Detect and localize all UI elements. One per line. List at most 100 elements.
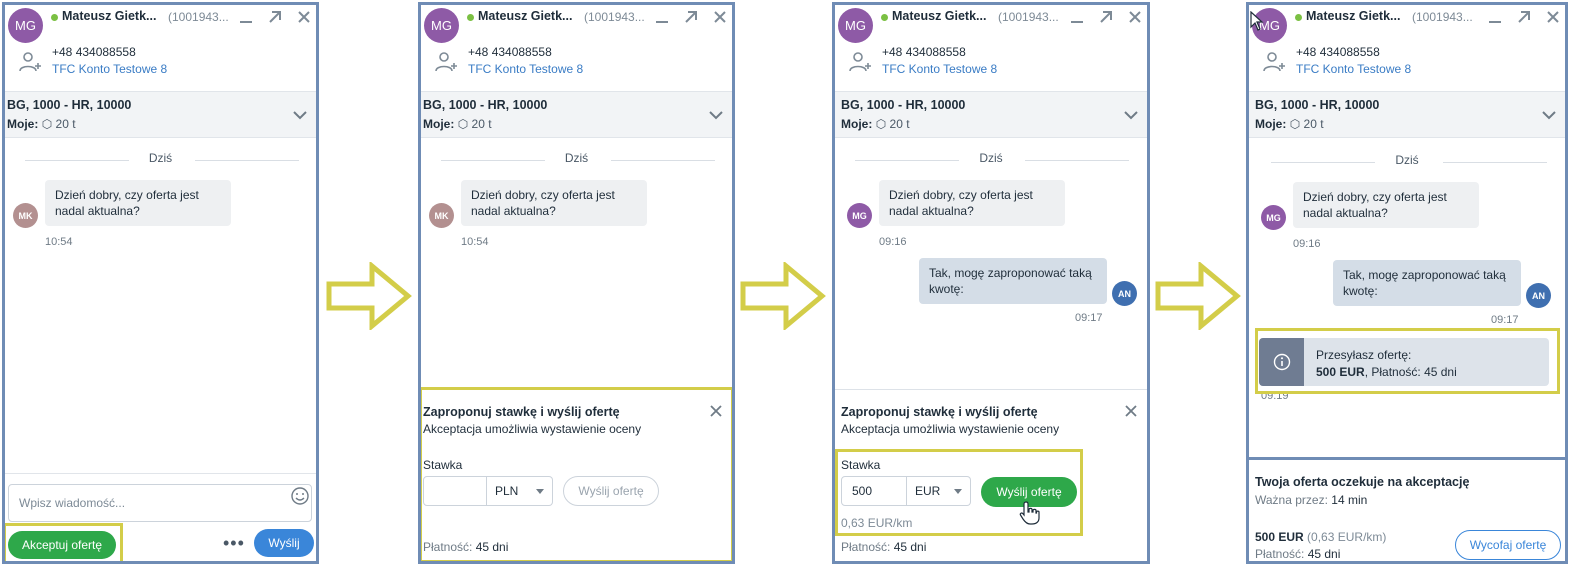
mine-value: 20 t: [471, 117, 492, 131]
company-link[interactable]: TFC Konto Testowe 8: [52, 62, 167, 76]
mine-value: 20 t: [889, 117, 910, 131]
box-icon: ⬡: [41, 117, 53, 131]
payment-value: 45 dni: [1307, 547, 1341, 561]
popout-icon[interactable]: [1516, 9, 1532, 25]
mine-label: Moje:: [841, 117, 873, 131]
window-controls: [654, 9, 728, 25]
route-summary[interactable]: BG, 1000 - HR, 10000 Moje: ⬡ 20 t: [5, 91, 316, 138]
window-controls: [238, 9, 312, 25]
message-line: Dzień dobry, czy oferta jest: [55, 188, 199, 202]
message-line: Tak, mogę zaproponować taką: [929, 266, 1092, 280]
highlight-box: [5, 523, 123, 561]
minimize-icon[interactable]: [238, 9, 254, 25]
contact-phone: +48 434088558: [882, 45, 966, 59]
contact-name[interactable]: Mateusz Gietk...: [478, 9, 572, 23]
sender-avatar: MK: [429, 203, 454, 228]
chevron-down-icon[interactable]: [1541, 107, 1557, 123]
offer-validity: Ważna przez: 14 min: [1255, 493, 1367, 507]
emoji-icon[interactable]: [290, 486, 310, 506]
mine-value: 20 t: [1303, 117, 1324, 131]
company-link[interactable]: TFC Konto Testowe 8: [1296, 62, 1411, 76]
divider: [1025, 160, 1129, 161]
contact-id: (1001943...: [584, 10, 644, 24]
offer-per-km: (0,63 EUR/km): [1307, 530, 1387, 544]
contact-id: (1001943...: [1412, 10, 1472, 24]
route-summary[interactable]: BG, 1000 - HR, 10000 Moje: ⬡ 20 t: [835, 91, 1147, 138]
incoming-message: Dzień dobry, czy oferta jest nadal aktua…: [45, 180, 231, 226]
message-time: 09:17: [1491, 314, 1519, 326]
chat-header: MG Mateusz Gietk... (1001943... +48 4340…: [835, 5, 1147, 89]
chevron-down-icon[interactable]: [1123, 107, 1139, 123]
message-line: nadal aktualna?: [889, 204, 974, 218]
route-mine: Moje: ⬡ 20 t: [7, 117, 76, 131]
arrow-right-icon: [1155, 262, 1241, 330]
validity-label: Ważna przez:: [1255, 493, 1328, 507]
minimize-icon[interactable]: [1069, 9, 1085, 25]
incoming-message: Dzień dobry, czy oferta jest nadal aktua…: [461, 180, 647, 226]
popout-icon[interactable]: [683, 9, 699, 25]
message-time: 10:54: [461, 236, 489, 248]
awaiting-offer-panel: Twoja oferta oczekuje na akceptację Ważn…: [1249, 457, 1565, 561]
sender-avatar: MG: [1261, 205, 1286, 230]
popout-icon[interactable]: [267, 9, 283, 25]
close-icon[interactable]: [1127, 9, 1143, 25]
arrow-right-icon: [740, 262, 826, 330]
message-line: nadal aktualna?: [471, 204, 556, 218]
message-line: Tak, mogę zaproponować taką: [1343, 268, 1506, 282]
offer-form-subtitle: Akceptacja umożliwia wystawienie oceny: [841, 422, 1060, 436]
route-summary[interactable]: BG, 1000 - HR, 10000 Moje: ⬡ 20 t: [421, 91, 732, 138]
window-controls: [1069, 9, 1143, 25]
route-title: BG, 1000 - HR, 10000: [841, 98, 966, 112]
outgoing-message: Tak, mogę zaproponować taką kwotę:: [919, 258, 1107, 304]
contact-name[interactable]: Mateusz Gietk...: [62, 9, 156, 23]
message-input[interactable]: Wpisz wiadomość...: [8, 484, 312, 522]
highlight-box: [835, 449, 1083, 536]
offer-summary: 500 EUR (0,63 EUR/km): [1255, 530, 1386, 544]
route-title: BG, 1000 - HR, 10000: [7, 98, 132, 112]
company-link[interactable]: TFC Konto Testowe 8: [468, 62, 583, 76]
withdraw-offer-button[interactable]: Wycofaj ofertę: [1455, 530, 1561, 560]
chat-header: MG Mateusz Gietk... (1001943... +48 4340…: [5, 5, 316, 89]
mine-value: 20 t: [55, 117, 76, 131]
payment-terms: Płatność: 45 dni: [841, 540, 926, 554]
online-indicator: [51, 14, 58, 21]
own-avatar: AN: [1112, 281, 1137, 306]
close-icon[interactable]: [712, 9, 728, 25]
payment-terms: Płatność: 45 dni: [1255, 547, 1340, 561]
mine-label: Moje:: [1255, 117, 1287, 131]
chevron-down-icon[interactable]: [292, 107, 308, 123]
online-indicator: [881, 14, 888, 21]
sender-avatar: MG: [847, 203, 872, 228]
contact-name[interactable]: Mateusz Gietk...: [892, 9, 986, 23]
contact-name[interactable]: Mateusz Gietk...: [1306, 9, 1400, 23]
minimize-icon[interactable]: [1487, 9, 1503, 25]
awaiting-title: Twoja oferta oczekuje na akceptację: [1255, 475, 1470, 489]
contact-avatar: MG: [424, 8, 459, 43]
add-user-icon: [435, 52, 457, 72]
route-title: BG, 1000 - HR, 10000: [423, 98, 548, 112]
message-line: Dzień dobry, czy oferta jest: [471, 188, 615, 202]
contact-id: (1001943...: [168, 10, 228, 24]
popout-icon[interactable]: [1098, 9, 1114, 25]
company-link[interactable]: TFC Konto Testowe 8: [882, 62, 997, 76]
route-summary[interactable]: BG, 1000 - HR, 10000 Moje: ⬡ 20 t: [1249, 91, 1565, 138]
day-separator: Dziś: [564, 151, 589, 165]
send-button[interactable]: Wyślij: [254, 529, 314, 557]
chevron-down-icon[interactable]: [708, 107, 724, 123]
online-indicator: [1295, 14, 1302, 21]
contact-phone: +48 434088558: [468, 45, 552, 59]
chat-panel-step-2: MG Mateusz Gietk... (1001943... +48 4340…: [418, 2, 735, 564]
chat-panel-step-1: MG Mateusz Gietk... (1001943... +48 4340…: [2, 2, 319, 564]
close-icon[interactable]: [296, 9, 312, 25]
offer-amount: 500 EUR: [1255, 530, 1304, 544]
chat-header: MG Mateusz Gietk... (1001943... +48 4340…: [1249, 5, 1565, 89]
chat-panel-step-3: MG Mateusz Gietk... (1001943... +48 4340…: [832, 2, 1150, 564]
highlight-box: [1255, 328, 1560, 394]
route-mine: Moje: ⬡ 20 t: [841, 117, 910, 131]
more-options-icon[interactable]: •••: [223, 533, 245, 554]
route-title: BG, 1000 - HR, 10000: [1255, 98, 1380, 112]
minimize-icon[interactable]: [654, 9, 670, 25]
close-icon[interactable]: [1125, 405, 1137, 417]
close-icon[interactable]: [1545, 9, 1561, 25]
route-mine: Moje: ⬡ 20 t: [423, 117, 492, 131]
